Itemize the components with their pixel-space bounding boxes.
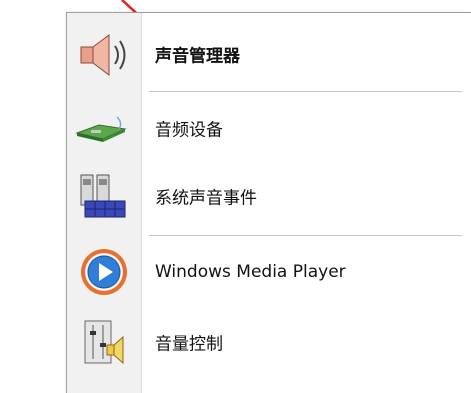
menu-item-label: Windows Media Player <box>155 262 346 282</box>
menu-separator <box>149 235 462 236</box>
media-player-icon <box>75 247 133 297</box>
menu-item-label: 声音管理器 <box>155 46 240 67</box>
speaker-icon <box>75 29 133 79</box>
menu-item-audio-devices[interactable]: 音频设备 <box>67 95 471 161</box>
menu-item-sound-manager[interactable]: 声音管理器 <box>67 21 471 87</box>
audio-device-icon <box>75 103 133 153</box>
system-sounds-icon <box>75 171 133 221</box>
menu-item-system-sound-events[interactable]: 系统声音事件 <box>67 163 471 229</box>
volume-control-icon <box>75 317 133 367</box>
menu-item-label: 音频设备 <box>155 120 223 141</box>
menu-item-windows-media-player[interactable]: Windows Media Player <box>67 239 471 305</box>
context-menu: 声音管理器 音频设备 系统声音事件 Windows Media Player 音… <box>66 12 471 393</box>
menu-item-label: 系统声音事件 <box>155 188 257 209</box>
menu-separator <box>149 91 462 92</box>
menu-item-label: 音量控制 <box>155 334 223 355</box>
menu-item-volume-control[interactable]: 音量控制 <box>67 309 471 375</box>
